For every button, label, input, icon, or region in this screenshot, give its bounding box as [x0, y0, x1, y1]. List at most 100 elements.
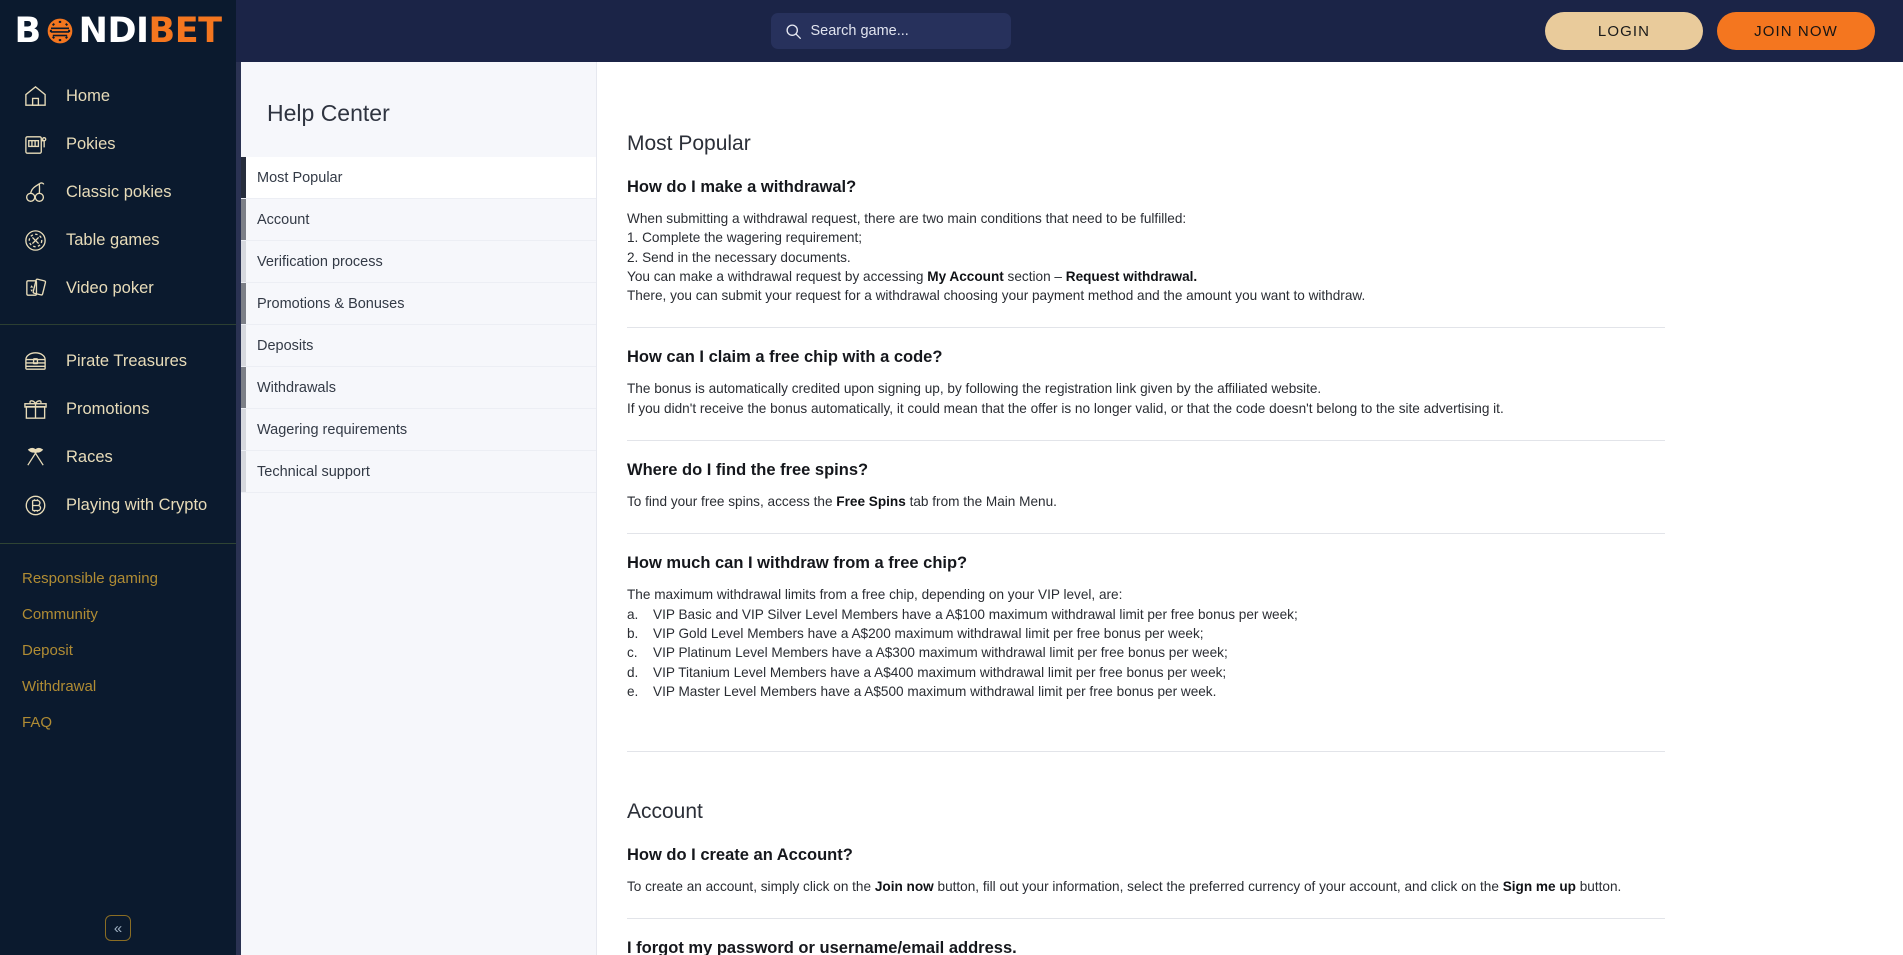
list-marker: d.: [627, 664, 639, 680]
faq-answer-withdrawal: When submitting a withdrawal request, th…: [627, 209, 1637, 305]
helpnav-item-label: Promotions & Bonuses: [257, 295, 405, 312]
sidebar-item-label: Promotions: [66, 399, 150, 418]
faq-question-free-spins: Where do I find the free spins?: [627, 461, 869, 480]
answer-line: The maximum withdrawal limits from a fre…: [627, 587, 1123, 603]
list-text: VIP Gold Level Members have a A$200 maxi…: [653, 625, 1204, 641]
main-sidebar: Home Pokies Classic pokies Table games V…: [0, 62, 236, 955]
sidebar-item-promotions[interactable]: Promotions: [0, 385, 236, 433]
section-title-account: Account: [627, 800, 703, 824]
sidebar-item-classic-pokies[interactable]: Classic pokies: [0, 168, 236, 216]
sidebar-item-table-games[interactable]: Table games: [0, 216, 236, 264]
sidebar-link-deposit[interactable]: Deposit: [0, 632, 236, 668]
faq-answer-create-account: To create an account, simply click on th…: [627, 877, 1637, 896]
section-divider: [627, 533, 1665, 535]
sidebar-item-label: Video poker: [66, 278, 154, 297]
sidebar-item-label: Pirate Treasures: [66, 351, 188, 370]
sidebar-item-home[interactable]: Home: [0, 72, 236, 120]
playing-cards-icon: [22, 275, 49, 302]
vip-list-item: a. VIP Basic and VIP Silver Level Member…: [627, 605, 1637, 624]
helpnav-item-account[interactable]: Account: [241, 199, 596, 241]
login-button[interactable]: LOGIN: [1545, 12, 1703, 50]
helpnav-item-deposits[interactable]: Deposits: [241, 325, 596, 367]
page-shell: Home Pokies Classic pokies Table games V…: [0, 62, 1903, 955]
text-run: button.: [1575, 879, 1622, 895]
vip-list-item: b. VIP Gold Level Members have a A$200 m…: [627, 624, 1637, 643]
join-now-button[interactable]: JOIN NOW: [1717, 12, 1875, 50]
list-text: VIP Titanium Level Members have a A$400 …: [653, 664, 1227, 680]
help-center-nav: Help Center Most Popular Account Verific…: [241, 62, 597, 955]
helpnav-item-label: Technical support: [257, 463, 370, 480]
answer-line: To find your free spins, access the Free…: [627, 492, 1637, 511]
helpnav-item-wagering-requirements[interactable]: Wagering requirements: [241, 409, 596, 451]
helpnav-item-withdrawals[interactable]: Withdrawals: [241, 367, 596, 409]
search-box[interactable]: [770, 13, 1011, 49]
logo-text-b: B: [14, 11, 41, 51]
item-indicator: [241, 367, 246, 408]
helpnav-item-promotions-bonuses[interactable]: Promotions & Bonuses: [241, 283, 596, 325]
sun-wheel-icon: [45, 16, 75, 46]
help-center-nav-list: Most Popular Account Verification proces…: [241, 157, 596, 493]
cherries-icon: [22, 179, 49, 206]
faq-question-free-chip-code: How can I claim a free chip with a code?: [627, 348, 943, 367]
helpnav-item-label: Withdrawals: [257, 379, 336, 396]
helpnav-item-technical-support[interactable]: Technical support: [241, 451, 596, 493]
checkered-flags-icon: [22, 444, 49, 471]
answer-line: 2. Send in the necessary documents.: [627, 249, 851, 265]
sidebar-link-community[interactable]: Community: [0, 596, 236, 632]
sidebar-item-label: Playing with Crypto: [66, 495, 208, 514]
faq-content: Most Popular How do I make a withdrawal?…: [597, 62, 1903, 955]
faq-answer-withdraw-free-chip: The maximum withdrawal limits from a fre…: [627, 585, 1637, 701]
text-run: You can make a withdrawal request by acc…: [627, 268, 928, 284]
faq-answer-free-chip-code: The bonus is automatically credited upon…: [627, 379, 1637, 418]
text-run: To create an account, simply click on th…: [627, 879, 875, 895]
sidebar-item-label: Classic pokies: [66, 182, 172, 201]
text-run: section –: [1003, 268, 1066, 284]
helpnav-item-most-popular[interactable]: Most Popular: [241, 157, 596, 199]
helpnav-item-label: Account: [257, 211, 310, 228]
item-indicator: [241, 409, 246, 450]
helpnav-item-label: Wagering requirements: [257, 421, 408, 438]
sidebar-link-withdrawal[interactable]: Withdrawal: [0, 668, 236, 704]
logo-text-ndi: NDI: [78, 11, 149, 51]
vip-list-item: c. VIP Platinum Level Members have a A$3…: [627, 643, 1637, 662]
faq-question-withdraw-free-chip: How much can I withdraw from a free chip…: [627, 554, 968, 573]
text-run: tab from the Main Menu.: [905, 494, 1057, 510]
top-bar: B NDI BET Search game... LOGIN JOIN NOW: [0, 0, 1903, 62]
faq-question-forgot-password: I forgot my password or username/email a…: [627, 939, 1017, 955]
sidebar-link-responsible-gaming[interactable]: Responsible gaming: [0, 560, 236, 596]
collapse-sidebar-button[interactable]: «: [105, 915, 131, 941]
answer-line: To create an account, simply click on th…: [627, 877, 1637, 896]
section-divider: [627, 327, 1665, 329]
brand-logo[interactable]: B NDI BET: [0, 0, 236, 62]
list-marker: e.: [627, 683, 639, 699]
vip-list-item: e. VIP Master Level Members have a A$500…: [627, 682, 1637, 701]
helpnav-item-verification-process[interactable]: Verification process: [241, 241, 596, 283]
list-text: VIP Master Level Members have a A$500 ma…: [653, 683, 1217, 699]
bold-request-withdrawal: Request withdrawal.: [1065, 268, 1198, 284]
auth-buttons: LOGIN JOIN NOW: [1545, 12, 1903, 50]
text-run: To find your free spins, access the: [627, 494, 837, 510]
sidebar-item-label: Home: [66, 86, 111, 105]
item-indicator: [241, 325, 246, 366]
sidebar-item-races[interactable]: Races: [0, 433, 236, 481]
answer-line: When submitting a withdrawal request, th…: [627, 211, 1187, 226]
sidebar-item-label: Table games: [66, 230, 160, 249]
sidebar-item-label: Pokies: [66, 134, 116, 153]
bold-sign-me-up: Sign me up: [1502, 879, 1576, 895]
helpnav-item-label: Verification process: [257, 253, 383, 270]
sidebar-divider-1: [0, 324, 236, 325]
section-divider: [627, 751, 1665, 753]
search-icon: [785, 23, 801, 39]
sidebar-item-pirate-treasures[interactable]: Pirate Treasures: [0, 337, 236, 385]
sidebar-item-playing-with-crypto[interactable]: Playing with Crypto: [0, 481, 236, 529]
search-input[interactable]: [810, 23, 997, 39]
faq-question-create-account: How do I create an Account?: [627, 846, 853, 865]
answer-line: The bonus is automatically credited upon…: [627, 381, 1322, 397]
sidebar-link-faq[interactable]: FAQ: [0, 704, 236, 740]
sidebar-item-video-poker[interactable]: Video poker: [0, 264, 236, 312]
list-marker: a.: [627, 606, 639, 622]
search-area: [236, 13, 1545, 49]
sidebar-item-pokies[interactable]: Pokies: [0, 120, 236, 168]
bold-free-spins: Free Spins: [836, 494, 906, 510]
